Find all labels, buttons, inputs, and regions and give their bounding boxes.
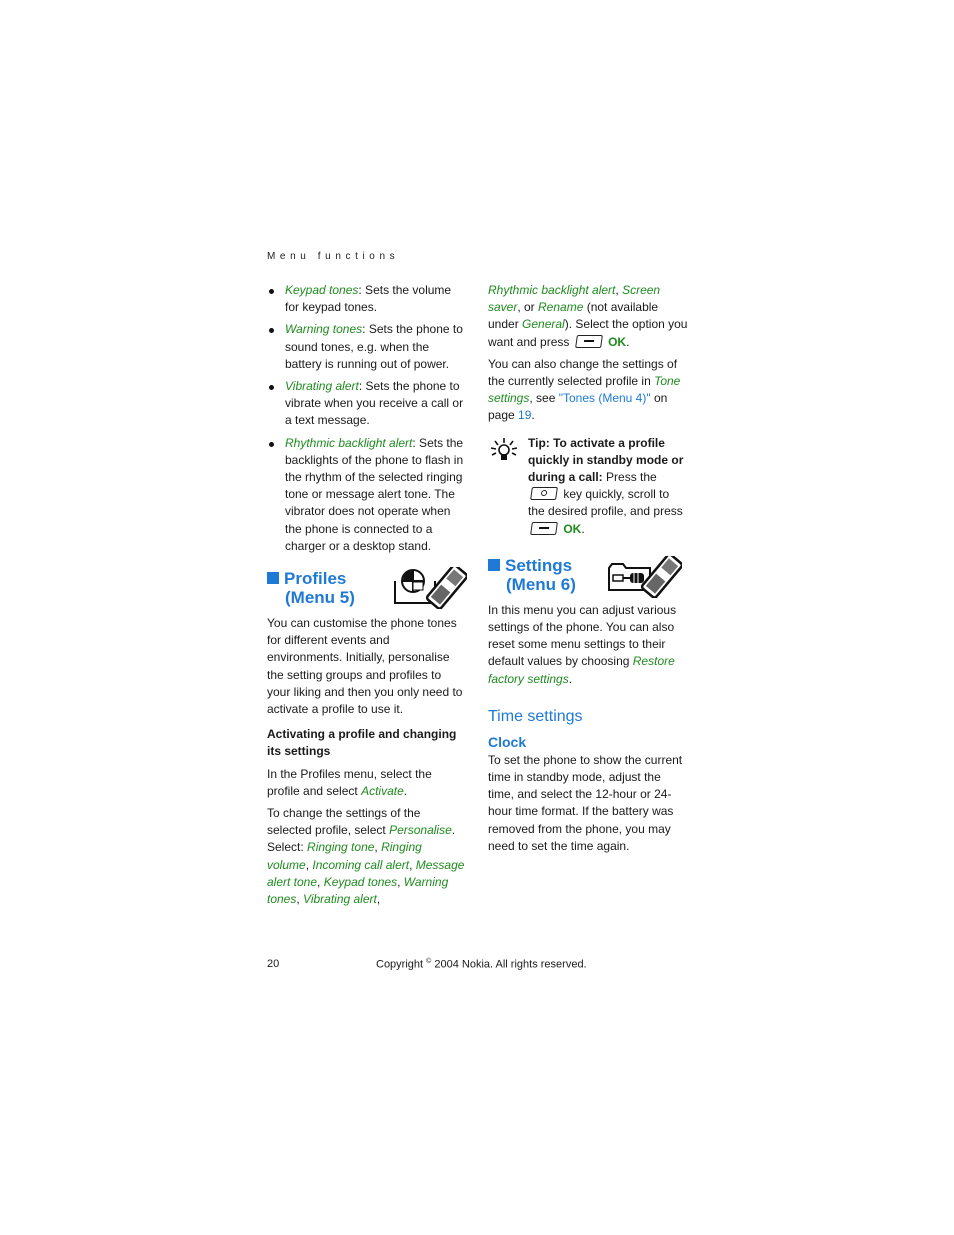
activating-subhead: Activating a profile and changing its se… [267, 727, 457, 759]
page-link[interactable]: 19 [518, 408, 531, 422]
copyright-notice: Copyright © 2004 Nokia. All rights reser… [376, 958, 587, 971]
term: Vibrating alert [285, 379, 359, 394]
term: Activate [361, 783, 404, 798]
right-column: Rhythmic backlight alert, Screen saver, … [488, 282, 688, 860]
clock-paragraph: To set the phone to show the current tim… [488, 752, 683, 853]
manual-page: Menu functions Keypad tones: Sets the vo… [0, 0, 954, 1235]
profiles-section-header: Profiles (Menu 5) [267, 567, 467, 613]
text: , or [517, 300, 539, 315]
running-head: Menu functions [267, 251, 400, 262]
left-selection-key-icon [530, 521, 558, 535]
term: Keypad tones [285, 283, 359, 297]
title-line1: Settings [505, 555, 573, 575]
text: . [568, 671, 573, 686]
page-number: 20 [267, 958, 280, 970]
settings-phone-icon [608, 555, 682, 598]
settings-section-header: Settings (Menu 6) [488, 555, 688, 600]
text: 2004 Nokia. All rights reserved. [431, 958, 587, 971]
option-term: Ringing tone [307, 840, 375, 855]
left-selection-key-icon [574, 334, 603, 348]
profiles-phone-icon [394, 567, 467, 610]
text: You can also change the settings of the … [488, 356, 678, 389]
text: , see [529, 391, 559, 406]
title-line1: Profiles [284, 569, 347, 589]
term: Personalise [389, 823, 452, 838]
description: : Sets the backlights of the phone to fl… [285, 435, 464, 553]
option-term: Keypad tones [323, 874, 398, 889]
time-settings-heading: Time settings [488, 707, 583, 725]
option-term: Vibrating alert [303, 892, 377, 907]
bullet-item: Vibrating alert: Sets the phone to vibra… [267, 378, 467, 430]
text: . [403, 783, 408, 798]
title-line2: (Menu 5) [285, 588, 355, 608]
bullet-item: Rhythmic backlight alert: Sets the backl… [267, 435, 467, 555]
bullet-item: Keypad tones: Sets the volume for keypad… [267, 282, 467, 316]
activate-paragraph: In the Profiles menu, select the profile… [267, 766, 467, 800]
tip-text: Tip: To activate a profile quickly in st… [528, 435, 684, 536]
text: Copyright [376, 958, 427, 971]
tones-menu-link[interactable]: "Tones (Menu 4)" [559, 391, 651, 405]
heading-square-icon [488, 558, 500, 571]
profiles-title: Profiles (Menu 5) [267, 569, 355, 607]
text: Press the [602, 470, 657, 485]
term: General [522, 317, 565, 332]
settings-title: Settings (Menu 6) [488, 556, 576, 594]
lightbulb-tip-icon [490, 437, 518, 460]
term: Warning tones [285, 322, 363, 337]
title-line2: (Menu 6) [506, 574, 576, 594]
option-term: Rename [538, 300, 584, 315]
option-term: Incoming call alert [312, 857, 410, 872]
left-column: Keypad tones: Sets the volume for keypad… [267, 282, 467, 913]
settings-intro: In this menu you can adjust various sett… [488, 602, 688, 688]
settings-bullet-list: Keypad tones: Sets the volume for keypad… [267, 282, 467, 555]
clock-heading: Clock [488, 733, 527, 750]
profiles-intro: You can customise the phone tones for di… [267, 616, 463, 717]
options-continued: Rhythmic backlight alert, Screen saver, … [488, 283, 688, 349]
tip-box: Tip: To activate a profile quickly in st… [488, 435, 688, 538]
tone-settings-paragraph: You can also change the settings of the … [488, 356, 681, 423]
option-term: Rhythmic backlight alert [488, 283, 616, 297]
bullet-item: Warning tones: Sets the phone to sound t… [267, 321, 467, 373]
ok-label: OK [563, 521, 582, 536]
term: Rhythmic backlight alert [285, 435, 413, 450]
power-key-icon [530, 487, 558, 501]
ok-label: OK [608, 334, 627, 349]
heading-square-icon [267, 572, 279, 585]
personalise-paragraph: To change the settings of the selected p… [267, 806, 465, 907]
